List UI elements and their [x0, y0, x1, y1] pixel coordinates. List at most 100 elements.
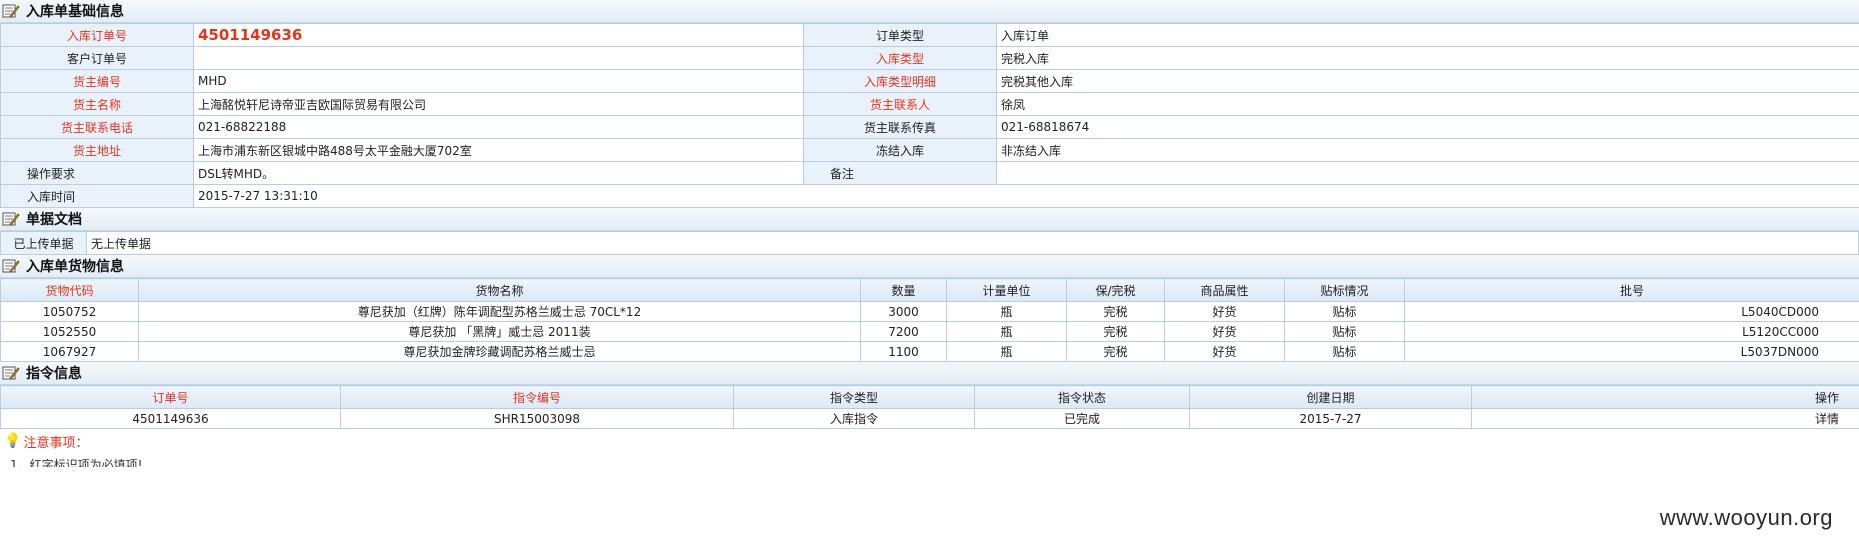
in-time-label: 入库时间 — [0, 184, 194, 208]
goods-cell: 好货 — [1164, 301, 1285, 322]
owner-phone-value: 021-68822188 — [193, 115, 804, 139]
goods-cell: 贴标 — [1284, 321, 1405, 342]
cust-order-value — [193, 46, 804, 70]
in-type-detail-value: 完税其他入库 — [996, 69, 1859, 93]
goods-cell: 完税 — [1066, 301, 1165, 322]
goods-cell: 好货 — [1164, 341, 1285, 362]
notice-title: 注意事项： — [23, 435, 89, 451]
owner-contact-value: 徐凤 — [996, 92, 1859, 116]
section-title-goods: 入库单货物信息 — [0, 255, 1859, 278]
instr-cell: 2015-7-27 — [1189, 408, 1472, 429]
order-no-value: 4501149636 — [193, 23, 804, 47]
owner-code-value: MHD — [193, 69, 804, 93]
goods-cell: 1067927 — [0, 341, 139, 362]
goods-cell: 完税 — [1066, 341, 1165, 362]
goods-col-qty: 数量 — [860, 278, 947, 302]
goods-cell: 完税 — [1066, 321, 1165, 342]
order-no-label: 入库订单号 — [0, 23, 194, 47]
owner-addr-label: 货主地址 — [0, 138, 194, 162]
owner-name-label: 货主名称 — [0, 92, 194, 116]
goods-cell: 1100 — [860, 341, 947, 362]
goods-cell: 尊尼获加金牌珍藏调配苏格兰威士忌 — [138, 341, 861, 362]
goods-cell: 尊尼获加 「黑牌」威士忌 2011装 — [138, 321, 861, 342]
goods-table: 货物代码 货物名称 数量 计量单位 保/完税 商品属性 贴标情况 批号 1050… — [0, 278, 1859, 362]
table-row: 1052550 尊尼获加 「黑牌」威士忌 2011装 7200 瓶 完税 好货 … — [0, 321, 1859, 342]
goods-col-batch: 批号 — [1404, 278, 1859, 302]
goods-cell: L5040CD000 — [1404, 301, 1859, 322]
instr-cell: 4501149636 — [0, 408, 341, 429]
goods-col-name: 货物名称 — [138, 278, 861, 302]
goods-cell: 贴标 — [1284, 301, 1405, 322]
goods-cell: 瓶 — [946, 321, 1067, 342]
form-edit-icon — [2, 3, 20, 19]
instr-cell: 入库指令 — [733, 408, 975, 429]
section-title-basic: 入库单基础信息 — [0, 0, 1859, 23]
goods-cell: 1052550 — [0, 321, 139, 342]
instr-table: 订单号 指令编号 指令类型 指令状态 创建日期 操作 4501149636 SH… — [0, 385, 1859, 429]
instr-cell: 已完成 — [974, 408, 1190, 429]
goods-col-attr: 商品属性 — [1164, 278, 1285, 302]
goods-cell: 1050752 — [0, 301, 139, 322]
in-type-value: 完税入库 — [996, 46, 1859, 70]
goods-cell: L5037DN000 — [1404, 341, 1859, 362]
table-row: 1067927 尊尼获加金牌珍藏调配苏格兰威士忌 1100 瓶 完税 好货 贴标… — [0, 341, 1859, 362]
goods-cell: 好货 — [1164, 321, 1285, 342]
owner-phone-label: 货主联系电话 — [0, 115, 194, 139]
owner-code-label: 货主编号 — [0, 69, 194, 93]
instr-cell: SHR15003098 — [340, 408, 734, 429]
section-title-docs: 单据文档 — [0, 208, 1859, 231]
op-req-label: 操作要求 — [0, 161, 194, 185]
detail-link[interactable]: 详情 — [1471, 408, 1859, 429]
goods-cell: 瓶 — [946, 301, 1067, 322]
goods-cell: 3000 — [860, 301, 947, 322]
instr-col-no: 指令编号 — [340, 385, 734, 409]
instr-col-order: 订单号 — [0, 385, 341, 409]
goods-cell: 尊尼获加（红牌）陈年调配型苏格兰威士忌 70CL*12 — [138, 301, 861, 322]
instr-col-op: 操作 — [1471, 385, 1859, 409]
docs-value: 无上传单据 — [86, 231, 1859, 255]
owner-fax-label: 货主联系传真 — [803, 115, 997, 139]
section-title-instr: 指令信息 — [0, 362, 1859, 385]
freeze-value: 非冻结入库 — [996, 138, 1859, 162]
order-type-value: 入库订单 — [996, 23, 1859, 47]
in-type-detail-label: 入库类型明细 — [803, 69, 997, 93]
goods-col-tax: 保/完税 — [1066, 278, 1165, 302]
goods-cell: 瓶 — [946, 341, 1067, 362]
goods-col-label: 贴标情况 — [1284, 278, 1405, 302]
owner-contact-label: 货主联系人 — [803, 92, 997, 116]
section-title-text: 入库单货物信息 — [26, 259, 124, 275]
goods-col-code: 货物代码 — [0, 278, 139, 302]
form-edit-icon — [2, 211, 20, 227]
instr-col-type: 指令类型 — [733, 385, 975, 409]
in-type-label: 入库类型 — [803, 46, 997, 70]
goods-col-unit: 计量单位 — [946, 278, 1067, 302]
form-edit-icon — [2, 365, 20, 381]
remark-value — [996, 161, 1859, 185]
notice-item: 1、红字标识项为必填项! — [10, 458, 143, 467]
owner-name-value: 上海酩悦轩尼诗帝亚吉欧国际贸易有限公司 — [193, 92, 804, 116]
goods-cell: L5120CC000 — [1404, 321, 1859, 342]
goods-cell: 7200 — [860, 321, 947, 342]
op-req-value: DSL转MHD。 — [193, 161, 804, 185]
order-type-label: 订单类型 — [803, 23, 997, 47]
section-title-text: 单据文档 — [26, 212, 82, 228]
notice-header: 💡 注意事项： — [0, 429, 1859, 453]
section-title-text: 入库单基础信息 — [26, 4, 124, 20]
form-edit-icon — [2, 258, 20, 274]
cust-order-label: 客户订单号 — [0, 46, 194, 70]
instr-col-status: 指令状态 — [974, 385, 1190, 409]
table-row: 4501149636 SHR15003098 入库指令 已完成 2015-7-2… — [0, 408, 1859, 429]
lightbulb-icon: 💡 — [4, 433, 22, 449]
watermark-text: www.wooyun.org — [1659, 505, 1833, 530]
in-time-value: 2015-7-27 13:31:10 — [193, 184, 1859, 208]
docs-table: 已上传单据 无上传单据 — [0, 231, 1859, 255]
basic-info-table: 入库订单号 4501149636 订单类型 入库订单 客户订单号 入库类型 完税… — [0, 23, 1859, 208]
freeze-label: 冻结入库 — [803, 138, 997, 162]
remark-label: 备注 — [803, 161, 997, 185]
owner-addr-value: 上海市浦东新区银城中路488号太平金融大厦702室 — [193, 138, 804, 162]
owner-fax-value: 021-68818674 — [996, 115, 1859, 139]
goods-cell: 贴标 — [1284, 341, 1405, 362]
section-title-text: 指令信息 — [26, 366, 82, 382]
docs-label: 已上传单据 — [0, 231, 87, 255]
instr-col-date: 创建日期 — [1189, 385, 1472, 409]
